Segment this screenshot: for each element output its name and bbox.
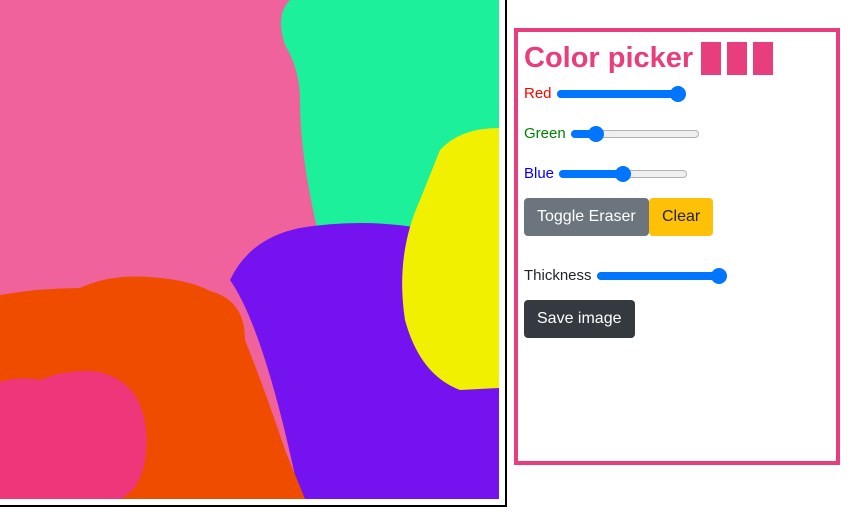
blue-control: Blue	[524, 163, 688, 185]
slider-fill	[596, 272, 720, 280]
green-label: Green	[524, 125, 566, 142]
slider-thumb[interactable]	[588, 126, 605, 142]
green-slider[interactable]	[570, 126, 699, 142]
red-slider[interactable]	[556, 86, 687, 102]
red-control: Red	[524, 83, 687, 105]
toggle-eraser-button[interactable]: Toggle Eraser	[524, 198, 649, 236]
color-picker-panel: Color picker Red Green Blue Toggle Erase…	[514, 28, 840, 465]
slider-fill	[559, 170, 624, 178]
slider-thumb[interactable]	[711, 268, 728, 284]
slider-thumb[interactable]	[615, 166, 632, 182]
page-title: Color picker	[524, 42, 694, 74]
red-label: Red	[524, 85, 552, 102]
thickness-slider[interactable]	[596, 268, 728, 284]
slider-thumb[interactable]	[670, 86, 687, 102]
title-row: Color picker	[524, 40, 774, 76]
clear-button[interactable]: Clear	[649, 198, 714, 236]
green-control: Green	[524, 123, 699, 145]
canvas-drawing	[0, 0, 499, 499]
blue-slider[interactable]	[559, 166, 688, 182]
color-swatch	[701, 41, 722, 75]
slider-fill	[556, 90, 679, 98]
save-image-button[interactable]: Save image	[524, 300, 635, 338]
thickness-control: Thickness	[524, 265, 728, 287]
drawing-canvas[interactable]	[0, 0, 507, 507]
color-swatch	[727, 41, 748, 75]
magenta-blob	[0, 371, 147, 499]
color-swatch	[753, 41, 774, 75]
thickness-label: Thickness	[524, 267, 592, 284]
blue-label: Blue	[524, 165, 555, 182]
